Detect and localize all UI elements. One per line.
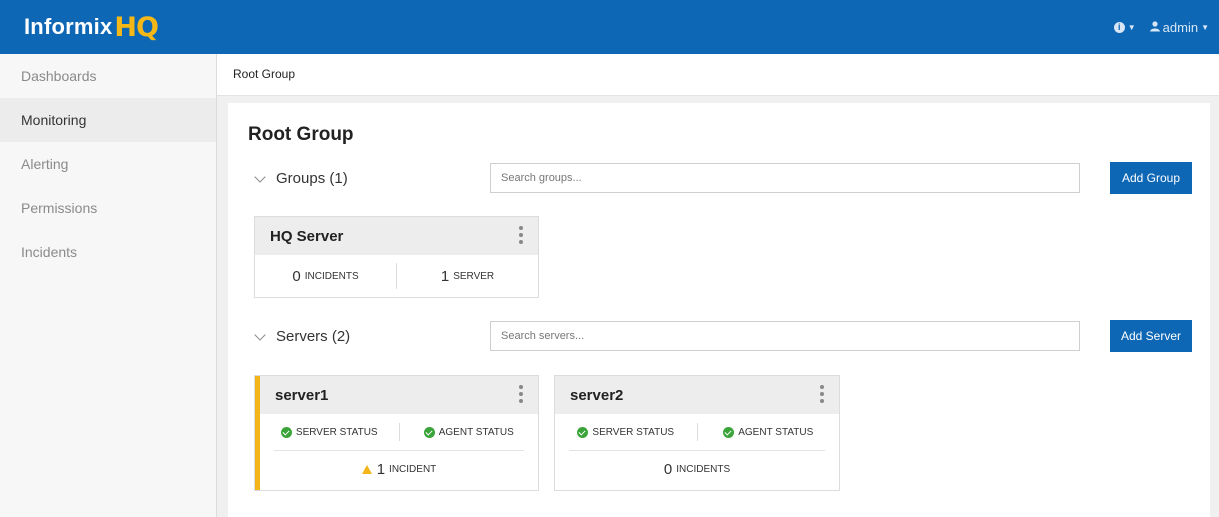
server-status-label: SERVER STATUS [295, 426, 378, 438]
breadcrumb-bar: Root Group [217, 54, 1219, 96]
top-right-menu: i ▼ admin ▼ [1113, 0, 1209, 54]
group-stats: 0 INCIDENTS 1 SERVER [255, 255, 538, 297]
server-status-row: SERVER STATUS AGENT STATUS [555, 414, 839, 450]
check-circle-icon [280, 426, 292, 438]
user-name: admin [1162, 19, 1199, 35]
kebab-menu-icon[interactable] [820, 385, 824, 403]
servers-count: 1 [440, 267, 450, 285]
logo-text: Informix [24, 14, 113, 39]
check-circle-icon [423, 426, 435, 438]
agent-status: AGENT STATUS [400, 426, 539, 438]
caret-down-icon: ▼ [1201, 22, 1209, 32]
sidebar-item-incidents[interactable]: Incidents [0, 230, 216, 274]
agent-status: AGENT STATUS [698, 426, 840, 438]
incident-label: INCIDENTS [676, 463, 731, 475]
check-circle-icon [723, 426, 735, 438]
agent-status-label: AGENT STATUS [438, 426, 514, 438]
app-logo[interactable]: Informix HQ [24, 11, 159, 43]
group-card[interactable]: HQ Server 0 INCIDENTS 1 SERVER [254, 216, 539, 298]
servers-section-toggle[interactable]: Servers (2) [254, 328, 351, 345]
server-status-row: SERVER STATUS AGENT STATUS [260, 414, 538, 450]
group-servers-stat: 1 SERVER [397, 268, 538, 285]
server-status: SERVER STATUS [555, 426, 697, 438]
server-card-header: server1 [260, 376, 538, 414]
incidents-label: INCIDENTS [304, 270, 359, 282]
server-card-header: server2 [555, 376, 839, 414]
kebab-menu-icon[interactable] [519, 226, 523, 244]
sidebar-item-monitoring[interactable]: Monitoring [0, 98, 216, 142]
group-incidents-stat: 0 INCIDENTS [255, 268, 396, 285]
add-group-button[interactable]: Add Group [1110, 162, 1192, 194]
add-server-button[interactable]: Add Server [1110, 320, 1192, 352]
check-circle-icon [577, 426, 589, 438]
group-name: HQ Server [270, 228, 344, 245]
logo-accent: HQ [114, 11, 159, 43]
info-circle-icon: i [1113, 21, 1125, 33]
top-bar: Informix HQ i ▼ admin ▼ [0, 0, 1219, 54]
incident-count: 0 [663, 460, 673, 478]
server-incidents: 1 INCIDENT [260, 451, 538, 487]
sidebar-item-permissions[interactable]: Permissions [0, 186, 216, 230]
incident-label: INCIDENT [389, 463, 437, 475]
incident-count: 1 [376, 460, 386, 478]
breadcrumb[interactable]: Root Group [233, 67, 295, 81]
groups-section-toggle[interactable]: Groups (1) [254, 170, 348, 187]
group-card-header: HQ Server [255, 217, 538, 255]
server-card[interactable]: server1 SERVER STATUS AGENT STATUS 1 INC… [254, 375, 539, 491]
servers-section-label: Servers (2) [276, 328, 351, 345]
groups-section-label: Groups (1) [276, 170, 348, 187]
main-panel: Root Group Groups (1) Add Group HQ Serve… [228, 103, 1210, 517]
sidebar: Dashboards Monitoring Alerting Permissio… [0, 54, 217, 517]
server-name: server1 [275, 387, 329, 404]
search-groups-input[interactable] [490, 163, 1080, 193]
kebab-menu-icon[interactable] [519, 385, 523, 403]
page-title: Root Group [248, 124, 354, 145]
caret-down-icon: ▼ [1127, 22, 1136, 32]
server-card[interactable]: server2 SERVER STATUS AGENT STATUS 0 INC… [554, 375, 840, 491]
user-icon [1149, 20, 1160, 35]
servers-label: SERVER [453, 270, 495, 282]
server-name: server2 [570, 387, 624, 404]
server-status: SERVER STATUS [260, 426, 399, 438]
incidents-count: 0 [292, 267, 301, 285]
server-incidents: 0 INCIDENTS [555, 451, 839, 487]
agent-status-label: AGENT STATUS [738, 426, 814, 438]
sidebar-item-alerting[interactable]: Alerting [0, 142, 216, 186]
server-status-label: SERVER STATUS [592, 426, 675, 438]
search-servers-input[interactable] [490, 321, 1080, 351]
chevron-down-icon [254, 328, 266, 341]
info-menu[interactable]: i ▼ [1113, 21, 1136, 33]
sidebar-item-dashboards[interactable]: Dashboards [0, 54, 216, 98]
chevron-down-icon [254, 170, 266, 183]
warning-triangle-icon [361, 464, 372, 474]
user-menu[interactable]: admin ▼ [1149, 19, 1209, 35]
